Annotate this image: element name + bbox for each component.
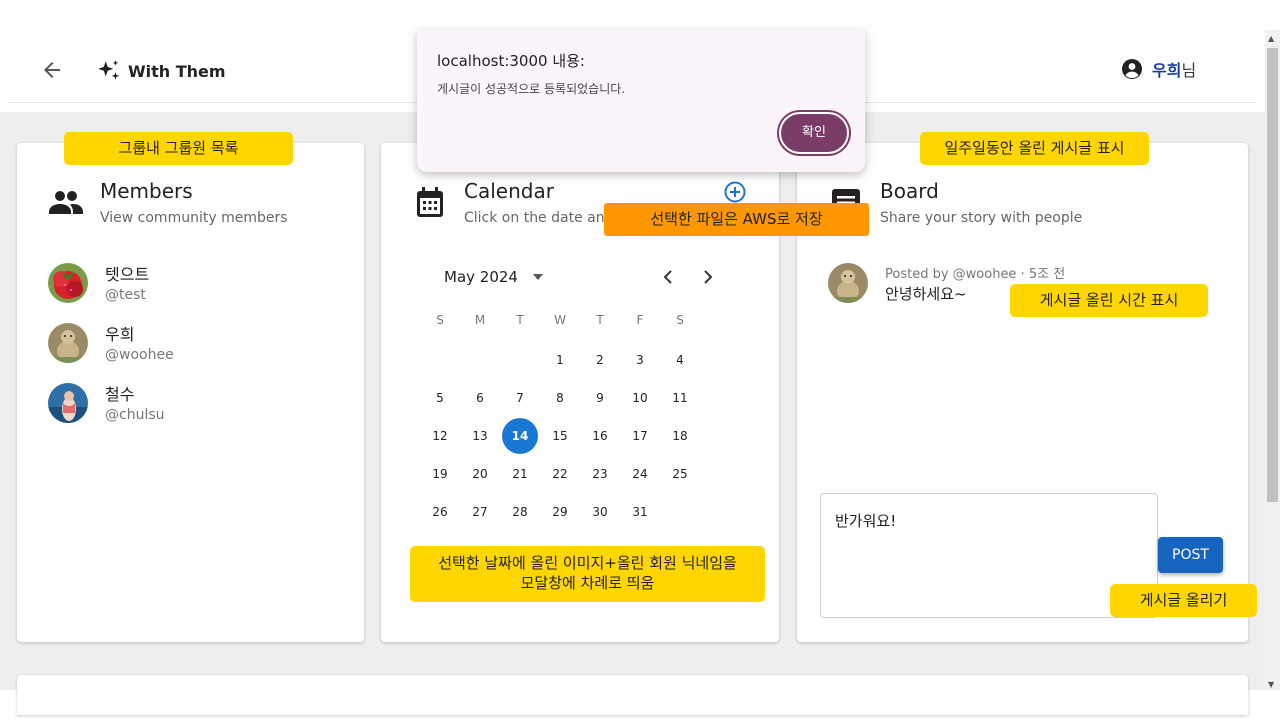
weekday-label: M (474, 313, 486, 327)
dialog-message: 게시글이 성공적으로 등록되었습니다. (437, 82, 626, 96)
annotation-calendar-line1: 선택한 날짜에 올린 이미지+올린 회원 닉네임을 (438, 554, 737, 572)
members-subtitle: View community members (100, 210, 288, 226)
calendar-day[interactable]: 9 (582, 380, 618, 416)
annotation-members: 그룹내 그룹원 목록 (64, 132, 293, 165)
back-arrow-icon[interactable] (40, 58, 64, 82)
weekday-label: S (436, 313, 444, 327)
weekday-label: W (554, 313, 566, 327)
calendar-day[interactable]: 20 (462, 456, 498, 492)
account-circle-icon (1122, 59, 1142, 79)
member-item[interactable]: 텟으트 @test (48, 263, 348, 307)
calendar-day[interactable]: 23 (582, 456, 618, 492)
calendar-icon (415, 186, 445, 222)
member-name: 우희 (105, 325, 135, 344)
user-menu[interactable]: 우희님 (1120, 57, 1196, 81)
calendar-day[interactable]: 7 (502, 380, 538, 416)
calendar-day[interactable]: 31 (622, 494, 658, 530)
annotation-calendar: 선택한 날짜에 올린 이미지+올린 회원 닉네임을 모달창에 차례로 띄움 (410, 546, 765, 602)
calendar-day[interactable]: 15 (542, 418, 578, 454)
member-handle: @woohee (105, 347, 174, 363)
main-area: Members View community members 텟으트 @test… (0, 112, 1265, 715)
chevron-left-icon (663, 270, 672, 284)
calendar-day[interactable]: 26 (422, 494, 458, 530)
scrollbar-thumb[interactable] (1267, 48, 1278, 502)
month-label: May 2024 (444, 268, 518, 286)
people-icon (48, 188, 84, 220)
calendar-day[interactable]: 27 (462, 494, 498, 530)
calendar-day[interactable]: 17 (622, 418, 658, 454)
post-avatar (828, 263, 868, 303)
calendar-day[interactable]: 6 (462, 380, 498, 416)
member-item[interactable]: 우희 @woohee (48, 323, 348, 367)
weekday-label: S (676, 313, 684, 327)
member-name: 텟으트 (105, 265, 150, 284)
weekday-label: F (636, 313, 644, 327)
board-subtitle: Share your story with people (880, 210, 1083, 226)
user-name-suffix: 님 (1181, 61, 1197, 80)
member-handle: @chulsu (105, 407, 165, 423)
caret-down-icon (532, 274, 543, 280)
calendar-day[interactable]: 8 (542, 380, 578, 416)
prev-month-button[interactable] (656, 265, 680, 289)
alert-dialog: localhost:3000 내용: 게시글이 성공적으로 등록되었습니다. 확… (417, 30, 865, 172)
bottom-card (17, 675, 1248, 715)
brand-name: With Them (128, 61, 226, 81)
calendar-day[interactable]: 22 (542, 456, 578, 492)
members-title: Members (100, 179, 193, 203)
post-meta: Posted by @woohee · 5조 전 (885, 267, 1066, 282)
avatar (48, 263, 88, 303)
scroll-down-icon[interactable]: ▼ (1268, 680, 1274, 689)
calendar-day[interactable]: 30 (582, 494, 618, 530)
annotation-post-time: 게시글 올린 시간 표시 (1010, 284, 1208, 317)
calendar-day[interactable]: 21 (502, 456, 538, 492)
calendar-day[interactable]: 10 (622, 380, 658, 416)
calendar-day[interactable]: 4 (662, 342, 698, 378)
calendar-day[interactable]: 11 (662, 380, 698, 416)
calendar-day[interactable]: 13 (462, 418, 498, 454)
post-text: 안녕하세요~ (885, 285, 967, 303)
member-name: 철수 (105, 385, 135, 404)
calendar-day[interactable]: 1 (542, 342, 578, 378)
member-item[interactable]: 철수 @chulsu (48, 383, 348, 427)
next-month-button[interactable] (696, 265, 720, 289)
member-handle: @test (105, 287, 146, 303)
members-card: Members View community members 텟으트 @test… (17, 143, 364, 642)
post-textarea[interactable]: 반가워요! (820, 493, 1158, 618)
calendar-day[interactable]: 2 (582, 342, 618, 378)
weekday-label: T (516, 313, 524, 327)
month-selector[interactable]: May 2024 (444, 268, 544, 286)
calendar-day[interactable]: 28 (502, 494, 538, 530)
post-button[interactable]: POST (1158, 537, 1223, 573)
avatar (48, 383, 88, 423)
calendar-day[interactable]: 5 (422, 380, 458, 416)
sparkle-icon (98, 60, 120, 80)
weekday-label: T (596, 313, 604, 327)
annotation-post-upload: 게시글 올리기 (1110, 584, 1257, 617)
calendar-title: Calendar (464, 179, 554, 203)
calendar-day[interactable]: 25 (662, 456, 698, 492)
calendar-day[interactable]: 24 (622, 456, 658, 492)
brand[interactable]: With Them (96, 58, 226, 84)
calendar-day[interactable]: 18 (662, 418, 698, 454)
annotation-aws: 선택한 파일은 AWS로 저장 (604, 203, 869, 236)
calendar-subtitle: Click on the date and s (464, 210, 626, 226)
dialog-title: localhost:3000 내용: (437, 52, 585, 70)
dialog-ok-button[interactable]: 확인 (779, 112, 849, 154)
scroll-up-icon[interactable]: ▲ (1268, 34, 1274, 43)
annotation-board: 일주일동안 올린 게시글 표시 (920, 132, 1149, 165)
annotation-calendar-line2: 모달창에 차례로 띄움 (520, 574, 655, 592)
calendar-day[interactable]: 3 (622, 342, 658, 378)
calendar-day[interactable]: 16 (582, 418, 618, 454)
calendar-day[interactable]: 19 (422, 456, 458, 492)
user-name: 우희 (1152, 61, 1182, 80)
calendar-day-selected[interactable]: 14 (502, 418, 538, 454)
calendar-day[interactable]: 12 (422, 418, 458, 454)
board-title: Board (880, 179, 939, 203)
avatar (48, 323, 88, 363)
chevron-right-icon (704, 270, 713, 284)
calendar-day[interactable]: 29 (542, 494, 578, 530)
